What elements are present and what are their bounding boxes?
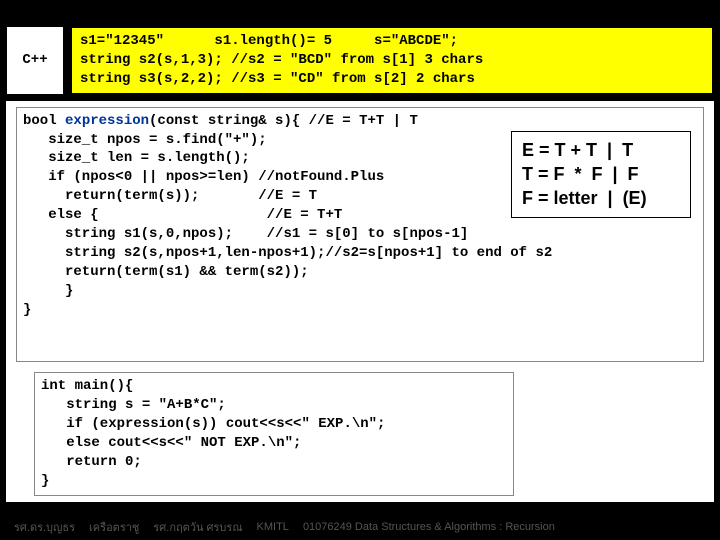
code-body: (const string& s){ //E = T+T | T size_t …	[23, 113, 552, 318]
footer-institution: KMITL	[257, 521, 289, 533]
language-badge: C++	[6, 26, 64, 95]
footer-course: 01076249 Data Structures & Algorithms : …	[303, 521, 555, 533]
slide-footer: รศ.ดร.บุญธร เครือตราชู รศ.กฤตวัน ศรบรณ K…	[0, 518, 720, 536]
main-content: bool expression(const string& s){ //E = …	[6, 101, 714, 502]
header-row: C++ s1="12345" s1.length()= 5 s="ABCDE";…	[0, 26, 720, 101]
grammar-rules-box: E = T + T | T T = F * F | F F = letter |…	[511, 131, 691, 218]
footer-author1: รศ.ดร.บุญธร	[14, 518, 75, 536]
main-function-code: int main(){ string s = "A+B*C"; if (expr…	[34, 372, 514, 495]
footer-author2: รศ.กฤตวัน ศรบรณ	[153, 518, 242, 536]
expression-function-code: bool expression(const string& s){ //E = …	[16, 107, 704, 363]
string-example-box: s1="12345" s1.length()= 5 s="ABCDE"; str…	[70, 26, 714, 95]
footer-author1b: เครือตราชู	[89, 518, 139, 536]
header-black-bar	[0, 0, 720, 26]
code-prefix: bool	[23, 113, 65, 129]
expression-keyword: expression	[65, 113, 149, 129]
